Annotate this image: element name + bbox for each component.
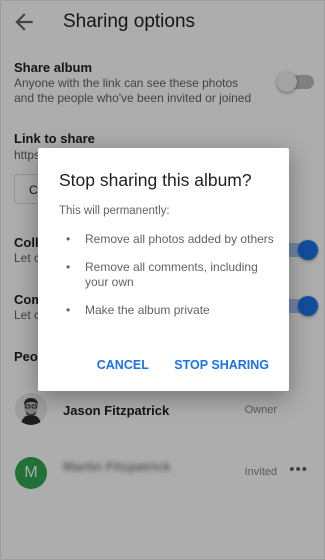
list-item: • Make the album private	[38, 303, 289, 318]
bullet: •	[66, 232, 71, 246]
dialog-consequence-list: • Remove all photos added by others • Re…	[38, 232, 289, 331]
list-item-text: Make the album private	[85, 303, 210, 317]
list-item-text: Remove all comments, including your own	[85, 260, 258, 289]
stop-sharing-button[interactable]: STOP SHARING	[174, 358, 269, 372]
cancel-button[interactable]: CANCEL	[97, 358, 149, 372]
sharing-options-screen: Sharing options Share album Anyone with …	[0, 0, 325, 560]
bullet: •	[66, 260, 71, 274]
list-item-text: Remove all photos added by others	[85, 232, 274, 246]
dialog-intro: This will permanently:	[59, 205, 170, 217]
bullet: •	[66, 303, 71, 317]
list-item: • Remove all comments, including your ow…	[38, 260, 289, 290]
stop-sharing-dialog: Stop sharing this album? This will perma…	[38, 148, 289, 391]
dialog-title: Stop sharing this album?	[59, 170, 252, 190]
dialog-actions: CANCEL STOP SHARING	[76, 356, 269, 374]
list-item: • Remove all photos added by others	[38, 232, 289, 247]
